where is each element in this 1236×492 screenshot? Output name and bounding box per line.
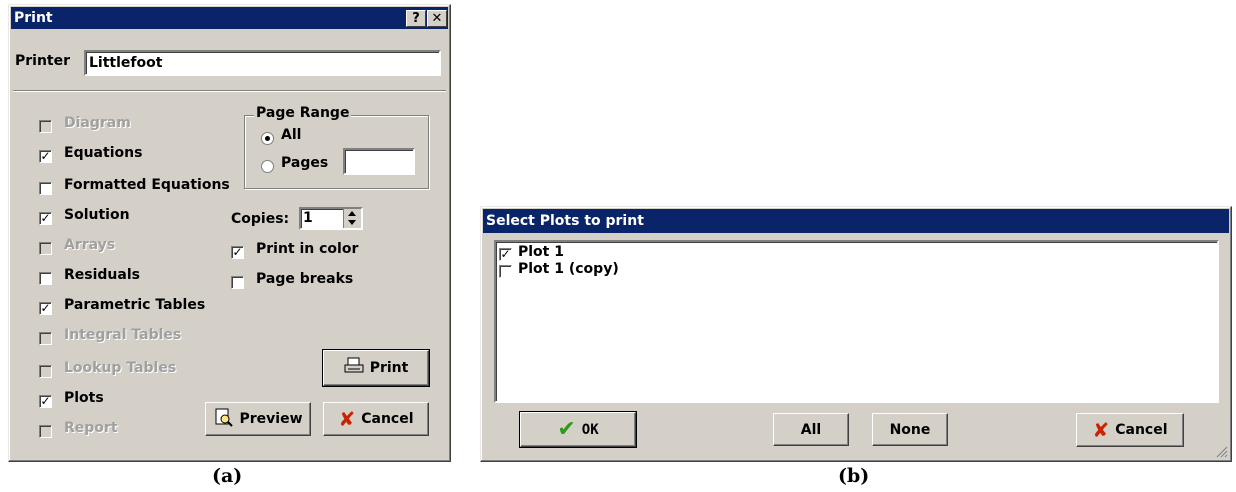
- lookup-tables-label: Lookup Tables: [64, 360, 177, 376]
- all-button-label: All: [800, 421, 822, 438]
- plots-checkbox[interactable]: ✓: [39, 395, 52, 408]
- parametric-tables-label[interactable]: Parametric Tables: [64, 297, 205, 313]
- printer-field[interactable]: Littlefoot: [84, 50, 441, 76]
- range-pages-radio[interactable]: [261, 160, 274, 173]
- diagram-checkbox: [39, 120, 52, 133]
- formatted-equations-label[interactable]: Formatted Equations: [64, 177, 230, 193]
- formatted-equations-checkbox[interactable]: [39, 182, 52, 195]
- integral-tables-label: Integral Tables: [64, 327, 182, 343]
- solution-label[interactable]: Solution: [64, 207, 130, 223]
- all-button[interactable]: All: [773, 413, 849, 446]
- plot-1-copy-checkbox[interactable]: [499, 265, 512, 278]
- none-button-label: None: [889, 421, 931, 438]
- preview-button[interactable]: Preview: [205, 402, 311, 436]
- ok-button-label: OK: [581, 421, 599, 438]
- spin-up-icon[interactable]: [348, 211, 356, 216]
- spin-down-icon[interactable]: [348, 220, 356, 225]
- select-plots-title: Select Plots to print: [486, 213, 644, 229]
- plot-1-copy-label[interactable]: Plot 1 (copy): [518, 261, 619, 277]
- print-button-label: Print: [369, 360, 409, 376]
- residuals-label[interactable]: Residuals: [64, 267, 140, 283]
- separator: [13, 90, 446, 92]
- printer-label: Printer: [15, 53, 71, 69]
- parametric-tables-checkbox[interactable]: ✓: [39, 302, 52, 315]
- cancel-x-icon: ✘: [338, 407, 356, 431]
- none-button[interactable]: None: [872, 413, 948, 446]
- preview-button-label: Preview: [239, 411, 303, 427]
- plots-cancel-button[interactable]: ✘ Cancel: [1076, 413, 1184, 447]
- close-button[interactable]: ✕: [427, 10, 447, 27]
- print-dialog-title: Print: [14, 10, 53, 26]
- print-in-color-checkbox[interactable]: ✓: [231, 246, 244, 259]
- spin-buttons[interactable]: [343, 209, 361, 228]
- copies-value: 1: [303, 210, 313, 226]
- resize-grip-icon[interactable]: [1214, 444, 1228, 458]
- solution-checkbox[interactable]: ✓: [39, 212, 52, 225]
- select-plots-titlebar: Select Plots to print: [483, 209, 1229, 233]
- plots-cancel-x-icon: ✘: [1092, 418, 1110, 442]
- printer-icon: [344, 357, 364, 379]
- print-in-color-label[interactable]: Print in color: [256, 241, 358, 257]
- lookup-tables-checkbox: [39, 365, 52, 378]
- preview-icon: [213, 407, 234, 431]
- equations-checkbox[interactable]: ✓: [39, 150, 52, 163]
- select-plots-dialog: Select Plots to print ✓ Plot 1 Plot 1 (c…: [480, 206, 1232, 462]
- print-dialog: Print ? ✕ Printer Littlefoot Diagram ✓ E…: [8, 4, 451, 462]
- ok-check-icon: ✔: [557, 417, 576, 442]
- help-button[interactable]: ?: [406, 10, 426, 27]
- plots-label[interactable]: Plots: [64, 390, 104, 406]
- plot-1-label[interactable]: Plot 1: [518, 244, 564, 260]
- plots-list[interactable]: ✓ Plot 1 Plot 1 (copy): [494, 240, 1219, 403]
- arrays-label: Arrays: [64, 237, 116, 253]
- equations-label[interactable]: Equations: [64, 145, 142, 161]
- range-all-label[interactable]: All: [281, 127, 301, 143]
- copies-stepper[interactable]: 1: [299, 207, 363, 230]
- arrays-checkbox: [39, 242, 52, 255]
- ok-button[interactable]: ✔ OK: [519, 411, 637, 448]
- printer-value: Littlefoot: [89, 55, 163, 71]
- range-pages-label[interactable]: Pages: [281, 155, 328, 171]
- print-dialog-titlebar: Print ? ✕: [11, 7, 448, 29]
- integral-tables-checkbox: [39, 332, 52, 345]
- plot-1-checkbox[interactable]: ✓: [499, 248, 512, 261]
- plots-cancel-button-label: Cancel: [1115, 422, 1168, 438]
- caption-b: (b): [838, 465, 870, 487]
- caption-a: (a): [212, 465, 243, 487]
- page-breaks-label[interactable]: Page breaks: [256, 271, 353, 287]
- copies-label: Copies:: [231, 211, 290, 227]
- page-breaks-checkbox[interactable]: [231, 276, 244, 289]
- report-checkbox: [39, 425, 52, 438]
- range-all-radio[interactable]: [261, 132, 274, 145]
- pages-input[interactable]: [343, 148, 415, 175]
- page-range-title: Page Range: [254, 105, 352, 121]
- cancel-button-label: Cancel: [361, 411, 414, 427]
- print-button[interactable]: Print: [322, 349, 430, 387]
- cancel-button[interactable]: ✘ Cancel: [323, 402, 429, 436]
- diagram-label: Diagram: [64, 115, 131, 131]
- residuals-checkbox[interactable]: [39, 272, 52, 285]
- report-label: Report: [64, 420, 118, 436]
